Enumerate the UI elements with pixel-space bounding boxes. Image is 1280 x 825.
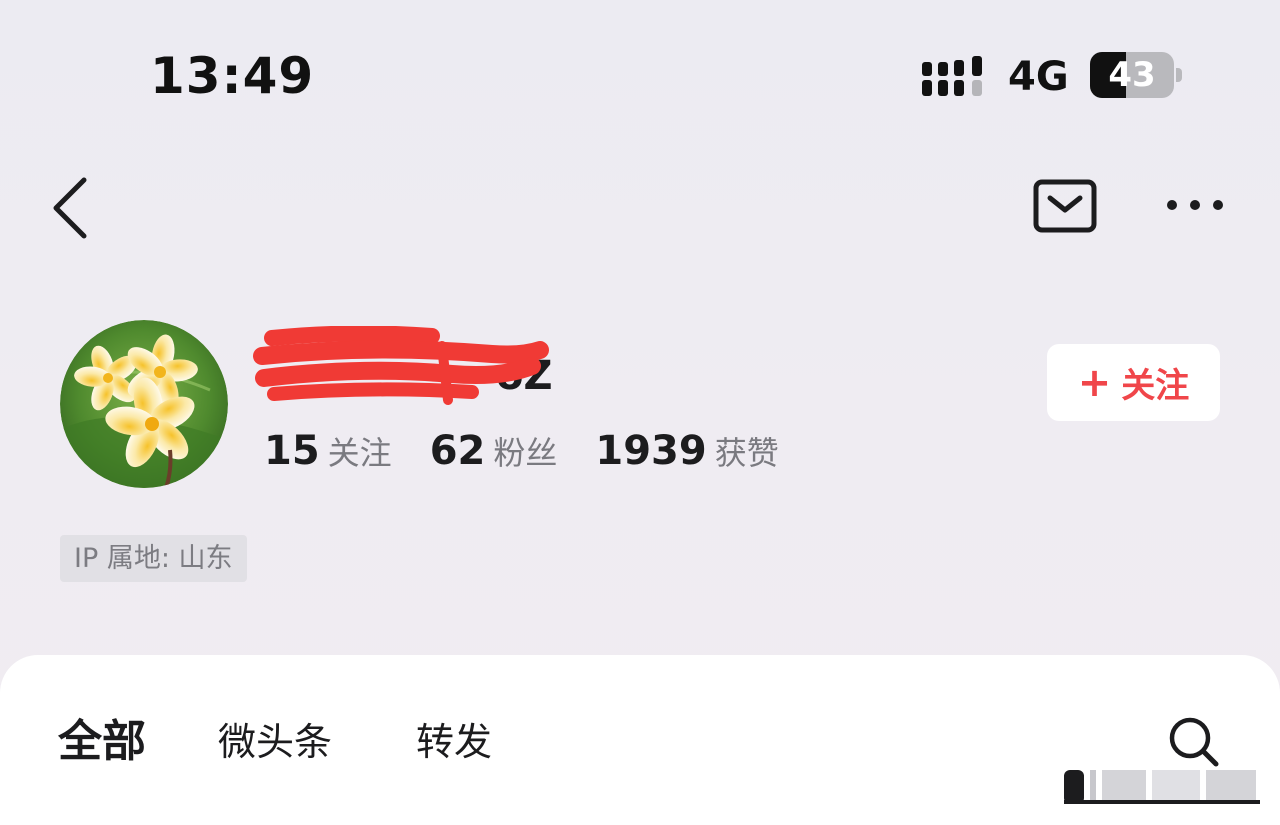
battery-level: 43 xyxy=(1108,55,1156,95)
network-type: 4G xyxy=(1008,54,1069,100)
stat-following-label: 关注 xyxy=(327,434,392,472)
stat-likes-count: 1939 xyxy=(595,428,707,474)
stat-likes-label: 获赞 xyxy=(714,434,779,472)
tab-reposts[interactable]: 转发 xyxy=(416,712,492,772)
ellipsis-icon[interactable] xyxy=(1160,190,1230,220)
stat-followers-count: 62 xyxy=(429,428,486,474)
scroll-edge-fragment xyxy=(1064,770,1260,804)
tab-micro-headlines[interactable]: 微头条 xyxy=(218,712,332,772)
cellular-signal-icon xyxy=(922,56,982,96)
plus-icon: + xyxy=(1077,359,1112,406)
profile-stats: 15 关注 62 粉丝 1939 获赞 xyxy=(264,428,817,484)
stat-following[interactable]: 15 关注 xyxy=(264,428,392,474)
tab-all[interactable]: 全部 xyxy=(58,712,146,772)
follow-button[interactable]: + 关注 xyxy=(1047,344,1220,421)
envelope-icon[interactable] xyxy=(1032,178,1098,234)
username-visible-part: oZ xyxy=(496,353,553,399)
avatar[interactable] xyxy=(60,320,228,488)
stat-following-count: 15 xyxy=(264,428,320,474)
status-time: 13:49 xyxy=(150,47,315,105)
stat-likes[interactable]: 1939 获赞 xyxy=(595,428,778,474)
stat-followers-label: 粉丝 xyxy=(493,434,558,472)
battery-tip xyxy=(1176,68,1182,82)
ip-location-tag: IP 属地: 山东 xyxy=(60,535,247,582)
battery-icon: 43 xyxy=(1090,52,1174,98)
chevron-left-icon[interactable] xyxy=(44,172,98,242)
follow-button-label: 关注 xyxy=(1121,366,1190,406)
search-icon[interactable] xyxy=(1166,714,1222,770)
stat-followers[interactable]: 62 粉丝 xyxy=(430,428,558,474)
username: oZ xyxy=(262,346,562,406)
